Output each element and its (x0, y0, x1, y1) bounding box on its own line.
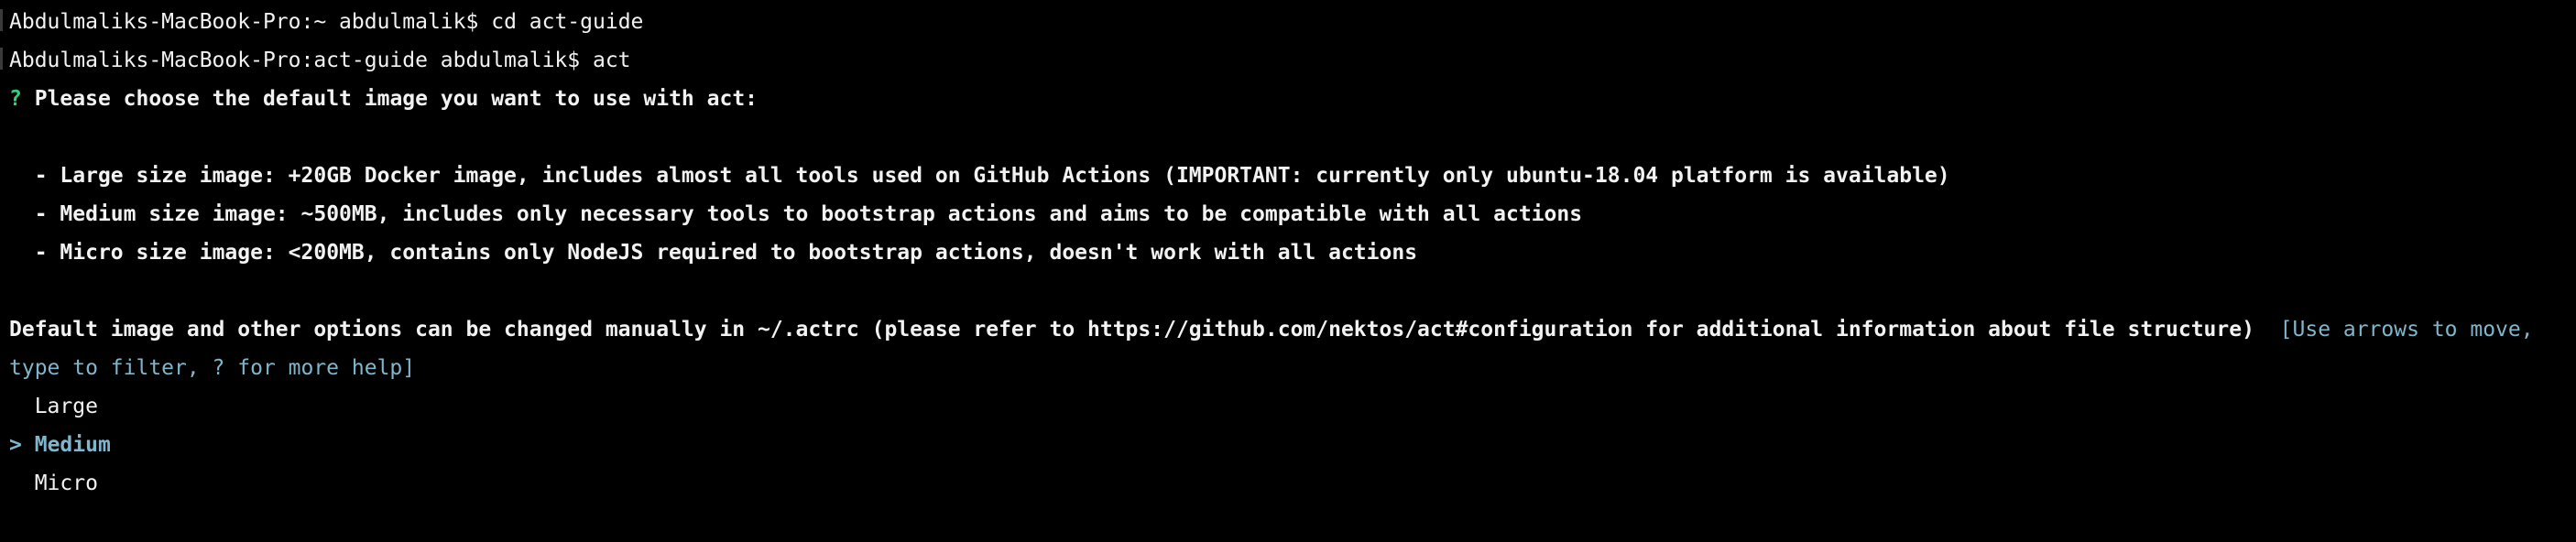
description-micro: - Micro size image: <200MB, contains onl… (9, 233, 2576, 272)
hint-text: type to filter, ? for more help] (9, 356, 416, 380)
option-label[interactable]: Medium (35, 433, 111, 457)
description-medium: - Medium size image: ~500MB, includes on… (9, 195, 2576, 233)
selection-caret-icon: > (9, 433, 22, 457)
shell-prompt: Abdulmaliks-MacBook-Pro:~ abdulmalik$ (9, 10, 479, 34)
option-large[interactable]: Large (9, 387, 2576, 426)
question-line: ? Please choose the default image you wa… (9, 80, 2576, 118)
left-edge-marker (0, 48, 3, 70)
note-text: Default image and other options can be c… (9, 318, 2254, 341)
history-line-1: Abdulmaliks-MacBook-Pro:~ abdulmalik$ cd… (9, 3, 2576, 41)
description-large: - Large size image: +20GB Docker image, … (9, 157, 2576, 195)
option-label[interactable]: Large (35, 395, 98, 418)
option-micro[interactable]: Micro (9, 464, 2576, 503)
description-text: - Medium size image: ~500MB, includes on… (34, 202, 1583, 226)
hint-text: [Use arrows to move, (2279, 318, 2534, 341)
option-medium[interactable]: > Medium (9, 426, 2576, 464)
question-text: Please choose the default image you want… (34, 87, 759, 111)
description-text: - Micro size image: <200MB, contains onl… (34, 241, 1418, 265)
shell-command: cd act-guide (491, 10, 644, 34)
shell-prompt: Abdulmaliks-MacBook-Pro:act-guide abdulm… (9, 49, 581, 72)
terminal-window[interactable]: Abdulmaliks-MacBook-Pro:~ abdulmalik$ cd… (0, 0, 2576, 542)
shell-command: act (592, 49, 631, 72)
option-label[interactable]: Micro (35, 472, 98, 495)
left-edge-marker (0, 9, 3, 31)
note-line: Default image and other options can be c… (9, 310, 2576, 349)
description-text: - Large size image: +20GB Docker image, … (34, 164, 1950, 188)
hint-line-2: type to filter, ? for more help] (9, 349, 2576, 387)
history-line-2: Abdulmaliks-MacBook-Pro:act-guide abdulm… (9, 41, 2576, 80)
question-mark-icon: ? (9, 87, 22, 111)
